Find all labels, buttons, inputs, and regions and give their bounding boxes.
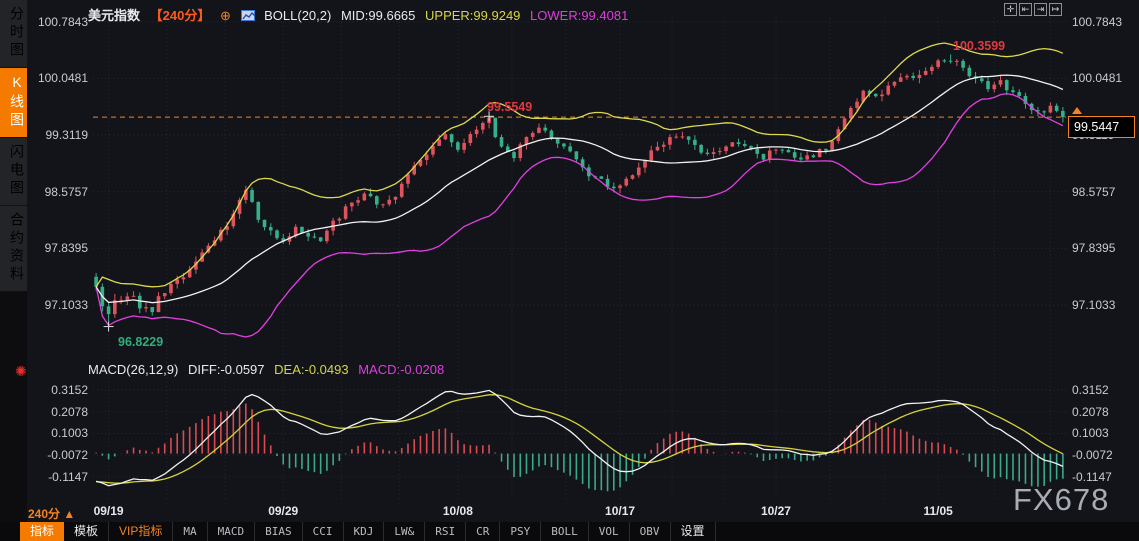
toolbar-item-PSY[interactable]: PSY xyxy=(500,522,542,541)
price-arrow-icon xyxy=(1072,107,1082,114)
macd-y-axis-label-left: 0.2078 xyxy=(51,404,88,419)
chart-window: 分时图 K线图 闪电图 合约资料 ✺ 美元指数 【240分】 ⊕ BOLL(20,2)… xyxy=(0,0,1139,541)
macd-y-axis-label-left: -0.1147 xyxy=(48,469,88,484)
x-axis-date-label: 10/27 xyxy=(760,504,791,518)
macd-y-axis-label-right: 0.2078 xyxy=(1072,404,1109,419)
macd-hist-value: MACD:-0.0208 xyxy=(358,362,445,377)
main-y-axis-label-left: 100.0481 xyxy=(37,71,88,86)
main-y-axis-label-right: 100.0481 xyxy=(1072,71,1123,86)
main-y-axis-label-right: 97.1033 xyxy=(1072,298,1116,312)
toolbar-item-MACD[interactable]: MACD xyxy=(208,522,256,541)
symbol-name: 美元指数 xyxy=(88,8,141,23)
main-y-axis-label-right: 97.8395 xyxy=(1072,241,1116,256)
toolbar-item-OBV[interactable]: OBV xyxy=(630,522,671,541)
toolbar-item-MA[interactable]: MA xyxy=(173,522,208,541)
main-y-axis-label-right: 98.5757 xyxy=(1072,184,1116,199)
marked-high-label-2: 100.3599 xyxy=(953,39,1006,53)
toolbar-item-KDJ[interactable]: KDJ xyxy=(344,522,385,541)
macd-y-axis-label-left: 0.3152 xyxy=(51,383,88,397)
macd-y-axis-label-right: -0.0072 xyxy=(1072,448,1113,463)
boll-lower-value: LOWER:99.4081 xyxy=(530,8,629,23)
toolbar-item-模板[interactable]: 模板 xyxy=(64,522,110,541)
fit-left-axis-icon[interactable]: ⇤ xyxy=(1019,3,1032,16)
sidebar-tabs: 分时图 K线图 闪电图 合约资料 xyxy=(0,0,27,292)
sidebar-tab-3[interactable]: 闪电图 xyxy=(0,138,27,206)
main-y-axis-label-left: 100.7843 xyxy=(37,14,88,29)
pan-icon[interactable]: ✛ xyxy=(1004,3,1017,16)
toolbar-item-设置[interactable]: 设置 xyxy=(671,522,716,541)
sidebar-tab-4[interactable]: 合约资料 xyxy=(0,206,27,292)
toolbar-item-VIP指标[interactable]: VIP指标 xyxy=(109,522,174,541)
main-chart-canvas[interactable] xyxy=(0,0,1139,541)
sidebar: 分时图 K线图 闪电图 合约资料 ✺ xyxy=(0,0,27,541)
toolbar-item-LW&[interactable]: LW& xyxy=(384,522,426,541)
go-latest-icon[interactable]: ↦ xyxy=(1049,3,1062,16)
macd-y-axis-label-left: 0.1003 xyxy=(51,426,88,441)
fit-right-axis-icon[interactable]: ⇥ xyxy=(1034,3,1047,16)
macd-dea-value: DEA:-0.0493 xyxy=(274,362,349,377)
period-label: 【240分】 xyxy=(149,8,211,23)
period-text: 240分 xyxy=(28,507,61,521)
x-axis-date-label: 11/05 xyxy=(923,504,953,518)
macd-y-axis-label-right: 0.1003 xyxy=(1072,426,1109,441)
macd-header: MACD(26,12,9) DIFF:-0.0597 DEA:-0.0493 M… xyxy=(88,362,450,377)
marked-low-label: 96.8229 xyxy=(118,335,164,349)
main-y-axis-label-left: 98.5757 xyxy=(44,184,88,199)
sidebar-tab-2[interactable]: K线图 xyxy=(0,68,27,138)
main-y-axis-label-right: 100.7843 xyxy=(1072,14,1123,29)
last-price-tag[interactable]: 99.5447 xyxy=(1068,116,1135,138)
boll-upper-value: UPPER:99.9249 xyxy=(425,8,521,23)
macd-y-axis-label-right: 0.3152 xyxy=(1072,383,1109,397)
toolbar-item-CCI[interactable]: CCI xyxy=(303,522,344,541)
sidebar-tab-1[interactable]: 分时图 xyxy=(0,0,27,68)
chart-type-icon[interactable] xyxy=(240,10,255,21)
macd-y-axis-label-left: -0.0072 xyxy=(47,448,88,463)
toolbar-item-CR[interactable]: CR xyxy=(466,522,501,541)
main-y-axis-label-left: 97.8395 xyxy=(44,241,88,256)
chart-header: 美元指数 【240分】 ⊕ BOLL(20,2) MID:99.6665 UPP… xyxy=(88,5,634,24)
x-axis-date-label: 10/08 xyxy=(442,504,473,518)
add-indicator-icon[interactable]: ⊕ xyxy=(220,8,231,23)
toolbar-item-指标[interactable]: 指标 xyxy=(20,522,65,541)
toolbar-item-BOLL[interactable]: BOLL xyxy=(541,522,589,541)
marked-high-label: 99.5549 xyxy=(487,100,533,114)
indicator-toolbar: 指标 模板 VIP指标 MA MACD BIAS CCI KDJ LW& RSI CR PSY BOLL… xyxy=(0,522,1139,541)
fx678-watermark: FX678 xyxy=(1013,482,1110,517)
boll-mid-value: MID:99.6665 xyxy=(340,8,416,23)
period-selector[interactable]: 240分 ▲ xyxy=(28,505,75,522)
toolbar-item-RSI[interactable]: RSI xyxy=(425,522,467,541)
chart-tools: ✛ ⇤ ⇥ ↦ xyxy=(1004,3,1062,16)
macd-diff-value: DIFF:-0.0597 xyxy=(187,362,265,377)
main-y-axis-label-left: 99.3119 xyxy=(45,128,89,143)
x-axis-date-label: 09/19 xyxy=(93,504,124,518)
boll-label: BOLL(20,2) xyxy=(264,8,332,23)
main-y-axis-label-left: 97.1033 xyxy=(44,298,88,312)
macd-label: MACD(26,12,9) xyxy=(88,362,179,377)
alert-icon[interactable]: ✺ xyxy=(15,363,27,380)
x-axis-date-label: 09/29 xyxy=(268,504,299,518)
period-arrow-icon: ▲ xyxy=(63,507,76,521)
toolbar-item-BIAS[interactable]: BIAS xyxy=(255,522,303,541)
toolbar-item-VOL[interactable]: VOL xyxy=(589,522,630,541)
x-axis-date-label: 10/17 xyxy=(605,504,636,518)
